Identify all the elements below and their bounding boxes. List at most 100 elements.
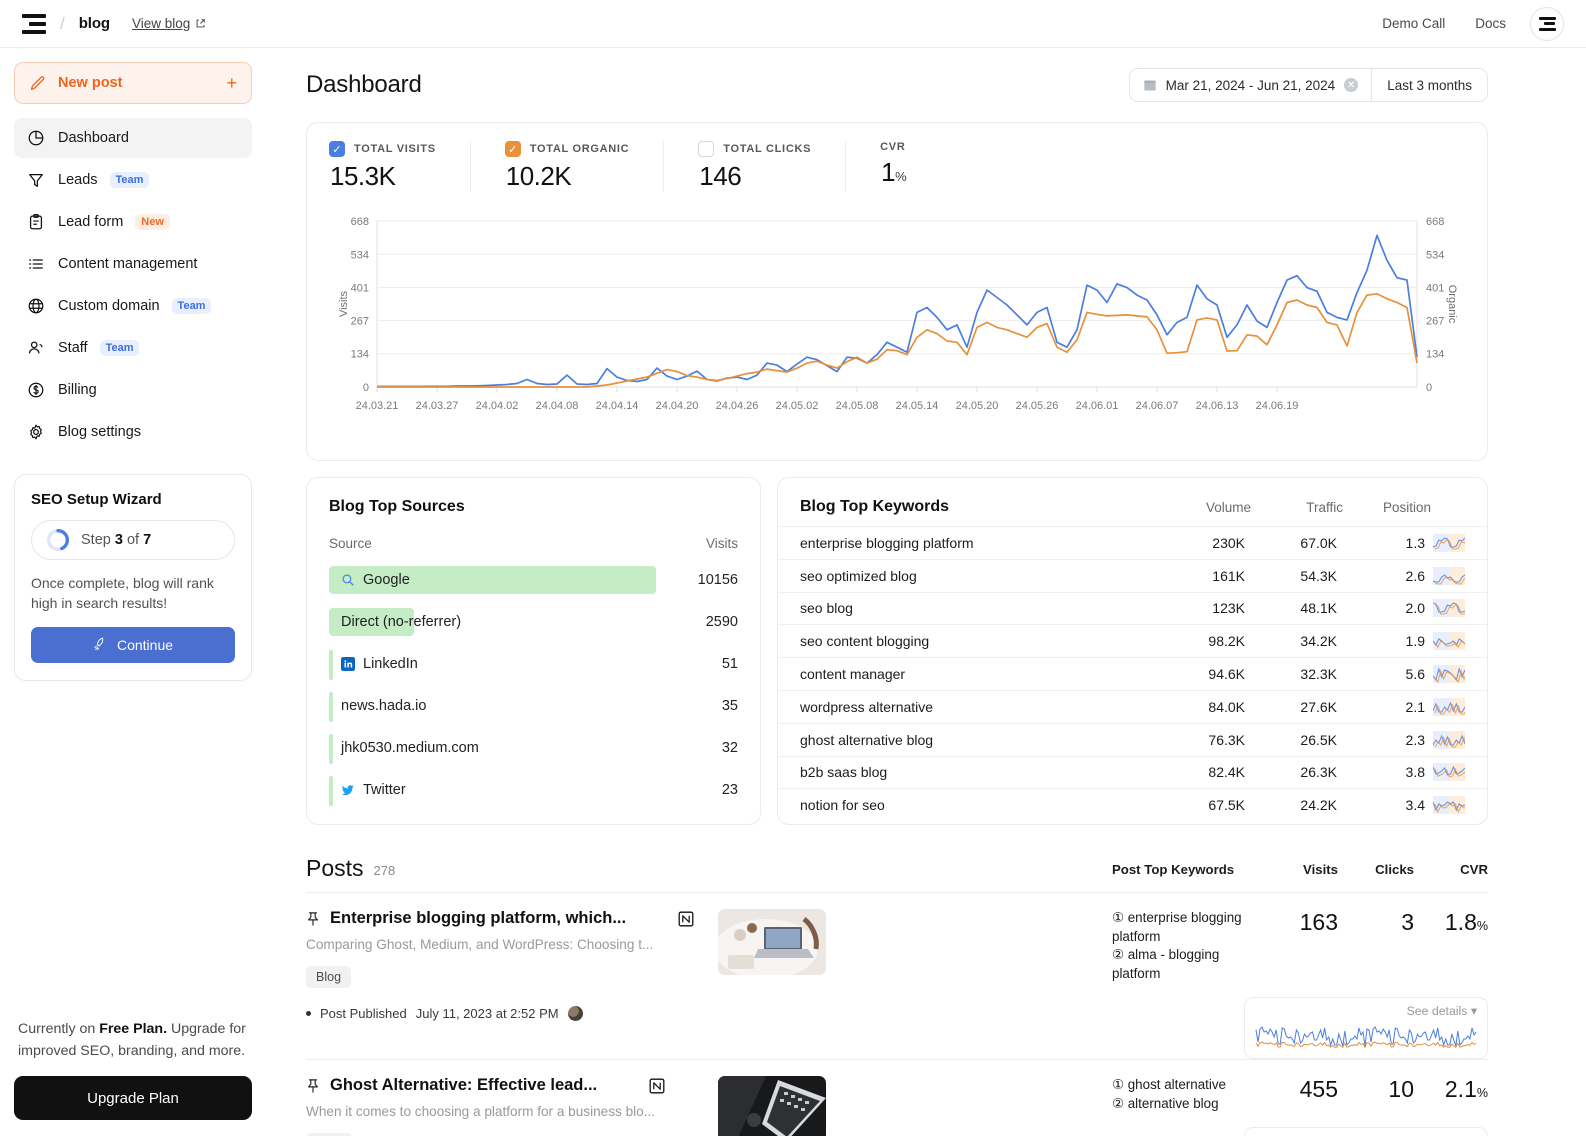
- svg-text:134: 134: [1426, 349, 1444, 361]
- source-label-wrap: jhk0530.medium.com: [329, 740, 479, 756]
- clear-date-range-icon[interactable]: ✕: [1344, 78, 1358, 92]
- source-name: LinkedIn: [363, 656, 418, 672]
- keyword-trend-sparkline: [1433, 698, 1465, 716]
- nav-link-demo-call[interactable]: Demo Call: [1382, 16, 1445, 31]
- keyword-row[interactable]: ghost alternative blog76.3K26.5K2.3: [778, 723, 1487, 756]
- sidebar-badge-new: New: [135, 214, 170, 230]
- sidebar-item-staff[interactable]: Staff Team: [14, 328, 252, 368]
- notion-icon[interactable]: [649, 1078, 665, 1094]
- source-row[interactable]: news.hada.io 35: [329, 685, 738, 727]
- keyword-row[interactable]: enterprise blogging platform230K67.0K1.3: [778, 526, 1487, 559]
- keyword-row[interactable]: seo optimized blog161K54.3K2.6: [778, 559, 1487, 592]
- see-details-button[interactable]: See details ▾: [1255, 1004, 1477, 1018]
- breadcrumb-separator: /: [60, 14, 65, 34]
- metric-checkbox-total-organic[interactable]: ✓: [505, 141, 521, 157]
- keyword-row[interactable]: seo content blogging98.2K34.2K1.9: [778, 624, 1487, 657]
- svg-text:24.04.02: 24.04.02: [476, 400, 519, 412]
- source-row[interactable]: jhk0530.medium.com32: [329, 727, 738, 769]
- svg-text:24.04.20: 24.04.20: [656, 400, 699, 412]
- post-meta: Post PublishedJuly 11, 2023 at 2:52 PM: [306, 1006, 946, 1021]
- date-range-value-button[interactable]: Mar 21, 2024 - Jun 21, 2024 ✕: [1130, 69, 1372, 101]
- metric-total-organic[interactable]: ✓ TOTAL ORGANIC 10.2K: [505, 141, 665, 192]
- post-info: Enterprise blogging platform, which...Co…: [306, 909, 946, 1059]
- keyword-trend-sparkline: [1433, 763, 1465, 781]
- metric-checkbox-total-visits[interactable]: ✓: [329, 141, 345, 157]
- seo-wizard-continue-button[interactable]: Continue: [31, 627, 235, 663]
- post-title[interactable]: Ghost Alternative: Effective lead...: [330, 1076, 597, 1095]
- sidebar-item-leads[interactable]: Leads Team: [14, 160, 252, 200]
- keywords-col-position: Position: [1343, 500, 1431, 515]
- pie-chart-icon: [26, 128, 46, 148]
- metric-toggles: ✓ TOTAL VISITS 15.3K ✓ TOTAL ORGANIC 10.…: [329, 141, 1465, 205]
- keyword-traffic: 27.6K: [1245, 699, 1337, 715]
- post-trend-card[interactable]: See details ▾: [1244, 997, 1488, 1059]
- top-bar: / blog View blog Demo Call Docs: [0, 0, 1586, 48]
- svg-text:24.03.27: 24.03.27: [416, 400, 459, 412]
- svg-text:24.06.19: 24.06.19: [1256, 400, 1299, 412]
- post-cvr: 1.8%: [1414, 909, 1488, 983]
- post-info: Ghost Alternative: Effective lead...When…: [306, 1076, 946, 1136]
- post-thumbnail: [718, 1076, 826, 1136]
- post-tag[interactable]: Blog: [306, 966, 351, 988]
- keyword-row[interactable]: wordpress alternative84.0K27.6K2.1: [778, 690, 1487, 723]
- source-row[interactable]: Twitter23: [329, 769, 738, 811]
- keyword-trend-sparkline: [1433, 534, 1465, 552]
- post-row[interactable]: Enterprise blogging platform, which...Co…: [306, 892, 1488, 1059]
- keyword-row[interactable]: b2b saas blog82.4K26.3K3.8: [778, 756, 1487, 789]
- svg-text:401: 401: [351, 282, 369, 294]
- keyword-volume: 82.4K: [1141, 764, 1245, 780]
- source-row[interactable]: Direct (no-referrer) 2590: [329, 601, 738, 643]
- nav-link-docs[interactable]: Docs: [1475, 16, 1506, 31]
- sidebar-item-dashboard[interactable]: Dashboard: [14, 118, 252, 158]
- metric-label: TOTAL CLICKS: [723, 143, 811, 155]
- new-post-button[interactable]: New post +: [14, 62, 252, 104]
- keyword-row[interactable]: seo blog123K48.1K2.0: [778, 592, 1487, 625]
- keyword-traffic: 67.0K: [1245, 535, 1337, 551]
- posts-count: 278: [374, 863, 396, 878]
- source-visits: 2590: [656, 614, 738, 630]
- account-menu-button[interactable]: [1530, 7, 1564, 41]
- keyword-traffic: 34.2K: [1245, 633, 1337, 649]
- posts-header: Posts 278 Post Top Keywords Visits Click…: [306, 825, 1488, 892]
- date-range-preset-button[interactable]: Last 3 months: [1371, 69, 1487, 101]
- date-range-picker[interactable]: Mar 21, 2024 - Jun 21, 2024 ✕ Last 3 mon…: [1129, 68, 1488, 102]
- keyword-name: ghost alternative blog: [800, 732, 1141, 748]
- post-row[interactable]: Ghost Alternative: Effective lead...When…: [306, 1059, 1488, 1136]
- post-title[interactable]: Enterprise blogging platform, which...: [330, 909, 626, 928]
- keyword-row[interactable]: content manager94.6K32.3K5.6: [778, 657, 1487, 690]
- post-author-avatar: [568, 1006, 583, 1021]
- app-logo-icon[interactable]: [22, 14, 46, 34]
- upgrade-plan-button[interactable]: Upgrade Plan: [14, 1076, 252, 1120]
- sidebar-item-content-management[interactable]: Content management: [14, 244, 252, 284]
- post-metrics: ① ghost alternative② alternative blog455…: [1112, 1076, 1488, 1136]
- pin-icon: [306, 911, 320, 927]
- sources-col-visits: Visits: [706, 536, 738, 551]
- sidebar-item-lead-form[interactable]: Lead form New: [14, 202, 252, 242]
- source-name: Twitter: [363, 782, 406, 798]
- source-name: news.hada.io: [341, 698, 426, 714]
- sidebar-item-custom-domain[interactable]: Custom domain Team: [14, 286, 252, 326]
- posts-col-keywords: Post Top Keywords: [1112, 862, 1262, 877]
- sidebar-item-blog-settings[interactable]: Blog settings: [14, 412, 252, 452]
- source-visits: 35: [656, 698, 738, 714]
- pencil-icon: [29, 75, 46, 92]
- metric-value: 1: [881, 157, 895, 187]
- date-range-label: Mar 21, 2024 - Jun 21, 2024: [1166, 78, 1336, 93]
- notion-icon[interactable]: [678, 911, 694, 927]
- post-trend-card[interactable]: See details ▾: [1244, 1127, 1488, 1136]
- blog-top-keywords-card: Blog Top Keywords Volume Traffic Positio…: [777, 477, 1488, 825]
- plan-name: Free Plan.: [99, 1021, 167, 1037]
- metric-total-visits[interactable]: ✓ TOTAL VISITS 15.3K: [329, 141, 471, 192]
- metric-total-clicks[interactable]: TOTAL CLICKS 146: [698, 141, 846, 192]
- view-blog-link[interactable]: View blog: [132, 16, 206, 31]
- source-row[interactable]: Google10156: [329, 559, 738, 601]
- source-visits: 10156: [656, 572, 738, 588]
- source-row[interactable]: LinkedIn51: [329, 643, 738, 685]
- keyword-trend-sparkline: [1433, 567, 1465, 585]
- source-label-wrap: Direct (no-referrer): [329, 614, 461, 630]
- external-link-icon: [195, 18, 206, 29]
- keyword-row[interactable]: notion for seo67.5K24.2K3.4: [778, 788, 1487, 821]
- sidebar-item-billing[interactable]: Billing: [14, 370, 252, 410]
- keyword-position: 5.6: [1337, 666, 1425, 682]
- metric-checkbox-total-clicks[interactable]: [698, 141, 714, 157]
